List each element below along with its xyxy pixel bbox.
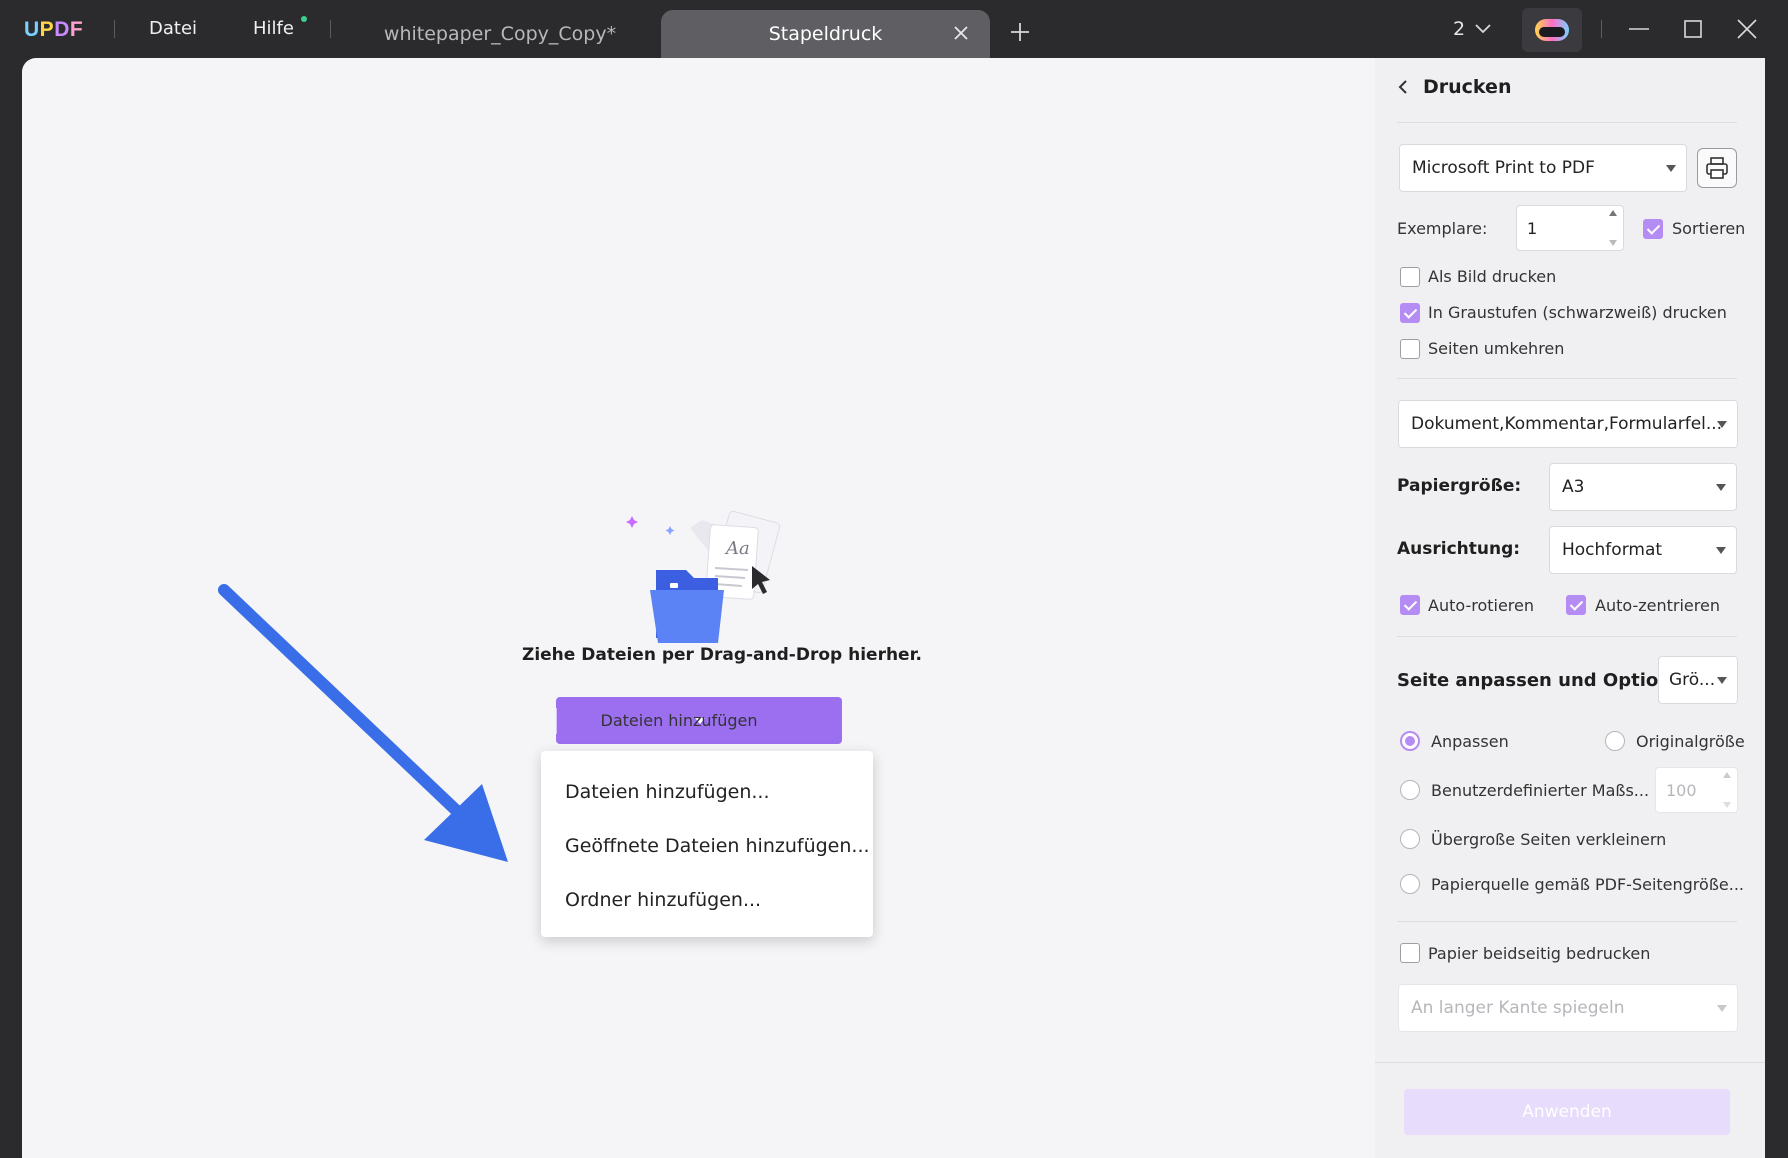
custom-scale-radio[interactable] bbox=[1400, 780, 1420, 800]
tab-label: Stapeldruck bbox=[768, 23, 883, 45]
fit-radio[interactable] bbox=[1400, 731, 1420, 751]
panel-title: Drucken bbox=[1423, 76, 1512, 98]
auto-rotate-checkbox[interactable] bbox=[1400, 595, 1420, 615]
divider bbox=[1397, 636, 1737, 637]
add-files-menu: Dateien hinzufügen... Geöffnete Dateien … bbox=[541, 751, 873, 937]
collate-label: Sortieren bbox=[1672, 219, 1746, 238]
title-bar: UPDF Datei Hilfe whitepaper_Copy_Copy* S… bbox=[0, 0, 1788, 58]
grayscale-label: In Graustufen (schwarzweiß) drucken bbox=[1428, 303, 1727, 322]
dropdown-arrow-icon bbox=[1716, 547, 1726, 554]
orientation-label: Ausrichtung: bbox=[1397, 539, 1521, 559]
printer-select[interactable]: Microsoft Print to PDF bbox=[1399, 144, 1687, 192]
notification-dot bbox=[301, 16, 307, 22]
duplex-mode-value: An langer Kante spiegeln bbox=[1411, 998, 1625, 1018]
page-count-value: 2 bbox=[1453, 18, 1466, 40]
printer-value: Microsoft Print to PDF bbox=[1412, 158, 1595, 178]
scale-value: 100 bbox=[1666, 780, 1697, 800]
print-as-image-checkbox[interactable] bbox=[1400, 267, 1420, 287]
page-fit-value: Grö... bbox=[1669, 670, 1716, 690]
print-settings-panel: Drucken Microsoft Print to PDF Exemplare… bbox=[1375, 58, 1765, 1158]
new-tab-plus-icon[interactable] bbox=[1008, 20, 1032, 44]
menu-divider bbox=[330, 20, 331, 38]
shrink-oversized-label: Übergroße Seiten verkleinern bbox=[1431, 830, 1667, 849]
fit-label: Anpassen bbox=[1431, 732, 1509, 751]
duplex-checkbox[interactable] bbox=[1400, 943, 1420, 963]
paper-size-select[interactable]: A3 bbox=[1549, 463, 1737, 511]
divider bbox=[1397, 921, 1737, 922]
tab-whitepaper[interactable]: whitepaper_Copy_Copy* bbox=[340, 10, 660, 58]
drop-zone[interactable]: Aa Ziehe Dateien per Drag-and-Drop hierh… bbox=[22, 58, 1375, 1158]
svg-text:Aa: Aa bbox=[724, 538, 750, 559]
page-fit-section-label: Seite anpassen und Optio... bbox=[1397, 670, 1679, 691]
apply-button[interactable]: Anwenden bbox=[1404, 1089, 1730, 1135]
stepper-up-icon[interactable] bbox=[1609, 210, 1617, 216]
page-fit-select[interactable]: Grö... bbox=[1658, 656, 1738, 704]
divider bbox=[1375, 1062, 1765, 1063]
menu-item-add-files[interactable]: Dateien hinzufügen... bbox=[541, 765, 873, 819]
original-size-label: Originalgröße bbox=[1636, 732, 1745, 751]
dropdown-arrow-icon bbox=[1717, 677, 1727, 684]
paper-source-label: Papierquelle gemäß PDF-Seitengröße... bbox=[1431, 875, 1744, 894]
avatar-icon bbox=[1535, 19, 1569, 41]
copies-value: 1 bbox=[1527, 218, 1538, 238]
reverse-pages-label: Seiten umkehren bbox=[1428, 339, 1565, 358]
chevron-down-icon bbox=[1475, 24, 1491, 34]
reverse-pages-checkbox[interactable] bbox=[1400, 339, 1420, 359]
dropdown-arrow-icon bbox=[1716, 484, 1726, 491]
grayscale-checkbox[interactable] bbox=[1400, 303, 1420, 323]
minimize-icon[interactable] bbox=[1626, 16, 1652, 42]
menu-file[interactable]: Datei bbox=[149, 18, 197, 39]
stepper-down-icon[interactable] bbox=[1609, 240, 1617, 246]
annotation-arrow bbox=[218, 584, 508, 862]
print-content-value: Dokument,Kommentar,Formularfel... bbox=[1411, 414, 1723, 434]
orientation-select[interactable]: Hochformat bbox=[1549, 526, 1737, 574]
duplex-mode-select[interactable]: An langer Kante spiegeln bbox=[1398, 984, 1738, 1032]
paper-size-value: A3 bbox=[1562, 477, 1585, 497]
menu-divider bbox=[114, 20, 115, 38]
printer-icon bbox=[1706, 157, 1728, 179]
page-count-dropdown[interactable]: 2 bbox=[1453, 18, 1491, 40]
tab-batch-print[interactable]: Stapeldruck bbox=[661, 10, 990, 58]
divider bbox=[1397, 378, 1737, 379]
copies-stepper[interactable]: 1 bbox=[1516, 205, 1624, 251]
dropdown-arrow-icon bbox=[1666, 165, 1676, 172]
collate-checkbox[interactable] bbox=[1643, 219, 1663, 239]
dropdown-arrow-icon bbox=[1717, 421, 1727, 428]
custom-scale-label: Benutzerdefinierter Maßs... bbox=[1431, 781, 1650, 800]
divider bbox=[1397, 122, 1737, 123]
stepper-down-icon[interactable] bbox=[1723, 802, 1731, 808]
paper-size-label: Papiergröße: bbox=[1397, 476, 1522, 496]
menu-item-add-open-files[interactable]: Geöffnete Dateien hinzufügen... bbox=[541, 819, 873, 873]
auto-center-checkbox[interactable] bbox=[1566, 595, 1586, 615]
paper-source-radio[interactable] bbox=[1400, 874, 1420, 894]
auto-rotate-label: Auto-rotieren bbox=[1428, 596, 1535, 615]
account-avatar[interactable] bbox=[1522, 8, 1582, 52]
print-content-select[interactable]: Dokument,Kommentar,Formularfel... bbox=[1398, 400, 1738, 448]
shrink-oversized-radio[interactable] bbox=[1400, 829, 1420, 849]
menu-help[interactable]: Hilfe bbox=[253, 18, 294, 39]
original-size-radio[interactable] bbox=[1605, 731, 1625, 751]
stepper-up-icon[interactable] bbox=[1723, 772, 1731, 778]
close-icon[interactable] bbox=[950, 22, 972, 44]
orientation-value: Hochformat bbox=[1562, 540, 1663, 560]
add-files-button[interactable]: Dateien hinzufügen bbox=[556, 697, 842, 744]
updf-logo: UPDF bbox=[24, 18, 84, 41]
add-files-label: Dateien hinzufügen bbox=[600, 711, 758, 730]
panel-header: Drucken bbox=[1397, 76, 1511, 98]
window-close-icon[interactable] bbox=[1734, 16, 1760, 42]
auto-center-label: Auto-zentrieren bbox=[1595, 596, 1720, 615]
duplex-label: Papier beidseitig bedrucken bbox=[1428, 944, 1651, 963]
back-chevron-icon[interactable] bbox=[1397, 79, 1409, 95]
menu-item-add-folder[interactable]: Ordner hinzufügen... bbox=[541, 873, 873, 927]
scale-stepper[interactable]: 100 bbox=[1655, 767, 1738, 813]
print-as-image-label: Als Bild drucken bbox=[1428, 267, 1557, 286]
copies-label: Exemplare: bbox=[1397, 219, 1488, 238]
window-divider bbox=[1601, 20, 1602, 38]
dropdown-arrow-icon bbox=[1717, 1005, 1727, 1012]
printer-properties-button[interactable] bbox=[1697, 148, 1737, 188]
tab-label: whitepaper_Copy_Copy* bbox=[383, 23, 617, 45]
maximize-icon[interactable] bbox=[1680, 16, 1706, 42]
